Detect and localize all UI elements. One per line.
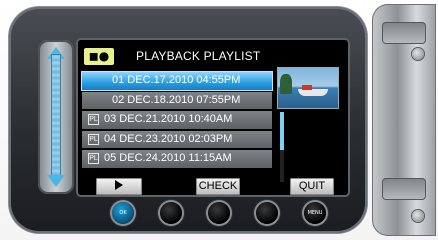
play-button[interactable]: [96, 178, 142, 195]
playlist-item[interactable]: PL 04 DEC.23.2010 02:03PM: [82, 130, 272, 148]
play-icon: [115, 180, 123, 190]
thumbnail-boat: [298, 89, 328, 96]
playlist-icon: PL: [88, 153, 99, 164]
page-title: PLAYBACK PLAYLIST: [136, 49, 261, 63]
ok-button[interactable]: OK: [112, 202, 134, 224]
thumbnail-boat-cabin: [302, 85, 312, 90]
hardware-button-2[interactable]: [160, 202, 182, 224]
hinge-notch-bottom: [382, 178, 426, 200]
playlist-item-label: 01 DEC.17.2010 04:55PM: [112, 74, 241, 86]
playlist-item-label: 03 DEC.21.2010 10:40AM: [104, 113, 233, 125]
slider-track[interactable]: [51, 54, 61, 180]
screw-icon: [412, 48, 424, 60]
playlist-item[interactable]: 02 DEC.18.2010 07:55PM: [82, 91, 272, 109]
video-thumbnail: [278, 68, 338, 108]
screen-header: ◼● PLAYBACK PLAYLIST: [80, 48, 346, 68]
playlist-icon: PL: [88, 114, 99, 125]
playlist-item-label: 02 DEC.18.2010 07:55PM: [112, 93, 241, 106]
screen-button-bar: CHECK QUIT: [78, 178, 348, 195]
check-button[interactable]: CHECK: [196, 178, 240, 195]
playlist-item[interactable]: 01 DEC.17.2010 04:55PM: [82, 72, 272, 90]
movie-mode-icon: ◼●: [84, 48, 114, 65]
playlist-item[interactable]: PL 03 DEC.21.2010 10:40AM: [82, 111, 272, 129]
playlist-item[interactable]: PL 05 DEC.24.2010 11:15AM: [82, 150, 272, 168]
touch-slider[interactable]: [38, 40, 74, 194]
screen-hinge: [372, 4, 436, 236]
hardware-buttons: OK MENU: [100, 200, 340, 226]
slider-down-arrow-icon[interactable]: [47, 175, 65, 187]
playlist-icon: PL: [88, 133, 99, 145]
playlist-item-label: 04 DEC.23.2010 02:03PM: [104, 132, 233, 145]
playlist-item-label: 05 DEC.24.2010 11:15AM: [104, 152, 232, 164]
scrollbar-thumb[interactable]: [280, 112, 284, 150]
quit-button[interactable]: QUIT: [290, 178, 334, 195]
menu-button[interactable]: MENU: [304, 202, 326, 224]
hardware-button-3[interactable]: [208, 202, 230, 224]
lcd-screen: ◼● PLAYBACK PLAYLIST 01 DEC.17.2010 04:5…: [78, 40, 348, 195]
thumbnail-tree: [280, 74, 292, 94]
screw-icon: [412, 210, 424, 222]
playlist-list: 01 DEC.17.2010 04:55PM 02 DEC.18.2010 07…: [82, 72, 272, 170]
hardware-button-4[interactable]: [256, 202, 278, 224]
hinge-notch-top: [382, 22, 426, 44]
